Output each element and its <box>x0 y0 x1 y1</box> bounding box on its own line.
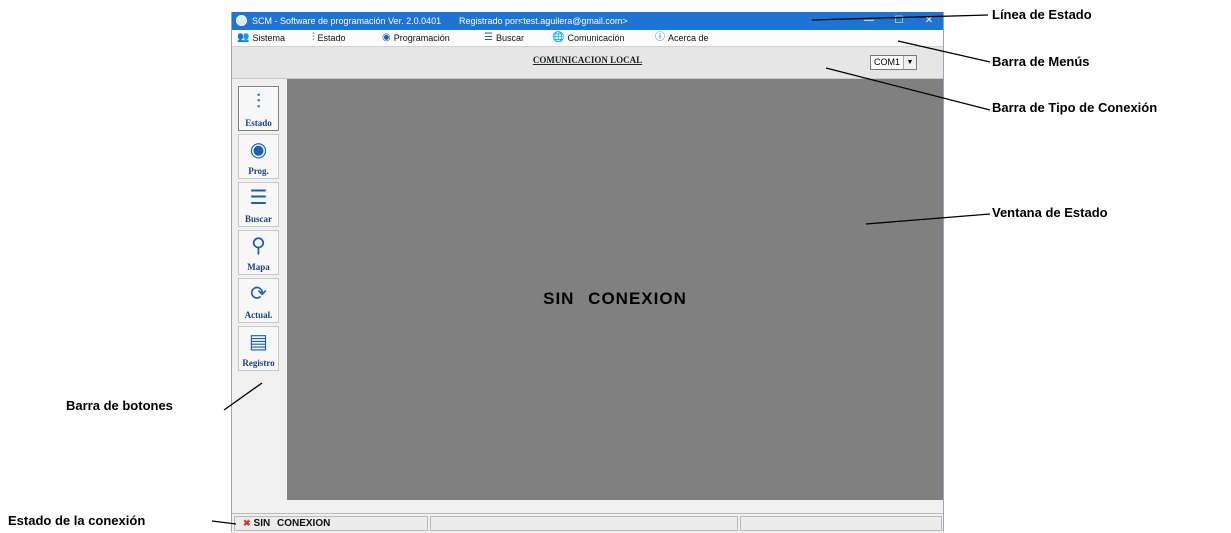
list-icon: ☰ <box>249 187 268 209</box>
connection-state-panel: ✖ SIN CONEXION <box>234 516 428 531</box>
status-panel-3 <box>740 516 942 531</box>
list-icon: ☰ <box>484 32 493 43</box>
users-icon: 👥 <box>237 32 250 43</box>
menu-label: Buscar <box>495 33 524 43</box>
menu-label: Comunicación <box>567 33 625 43</box>
maximize-button[interactable]: ☐ <box>884 12 914 30</box>
com-port-value: COM1 <box>874 57 901 67</box>
status-bar: ✖ SIN CONEXION <box>232 513 943 533</box>
sidebar-button-buscar[interactable]: ☰ Buscar <box>238 182 279 227</box>
status-panel-2 <box>430 516 738 531</box>
menu-acerca-de[interactable]: ⓘ Acerca de <box>655 30 709 46</box>
menu-comunicacion[interactable]: 🌐 Comunicación <box>552 30 624 46</box>
menu-bar: 👥 Sistema ⫶ Estado ◉ Programación ☰ Busc… <box>232 30 943 46</box>
network-icon: 🌐 <box>552 32 565 43</box>
sidebar-button-prog[interactable]: ◉ Prog. <box>238 134 279 179</box>
connection-label: COMUNICACION LOCAL <box>532 55 643 65</box>
status-message: SIN CONEXION <box>543 289 687 308</box>
annotation-linea-estado: Línea de Estado <box>992 7 1092 22</box>
sidebar-label: Prog. <box>248 166 269 176</box>
sidebar-label: Actual. <box>244 310 273 320</box>
sidebar-label: Registro <box>242 358 275 368</box>
connection-state: SIN CONEXION <box>253 518 331 529</box>
close-button[interactable]: ✕ <box>914 12 944 30</box>
annotation-ventana-estado: Ventana de Estado <box>992 205 1108 220</box>
com-port-select[interactable]: COM1 ▼ <box>870 55 917 70</box>
sidebar-label: Mapa <box>247 262 270 272</box>
menu-label: Programación <box>393 33 450 43</box>
menu-label: Acerca de <box>668 33 709 43</box>
program-icon: ◉ <box>382 32 391 43</box>
map-pin-icon: ⚲ <box>251 235 266 257</box>
update-icon: ⟳ <box>250 283 267 305</box>
disconnected-plug-icon: ✖ <box>243 518 251 528</box>
info-icon: ⓘ <box>655 32 665 43</box>
menu-estado[interactable]: ⫶ Estado <box>312 30 346 46</box>
sliders-icon: ⫶ <box>256 91 261 113</box>
window-title: SCM - Software de programación Ver. 2.0.… <box>252 16 442 26</box>
annotation-barra-tipo-conexion: Barra de Tipo de Conexión <box>992 100 1158 115</box>
sidebar-button-estado[interactable]: ⫶ Estado <box>238 86 279 131</box>
menu-buscar[interactable]: ☰ Buscar <box>484 30 524 46</box>
annotation-barra-menus: Barra de Menús <box>992 54 1090 69</box>
menu-label: Estado <box>317 33 346 43</box>
menu-programacion[interactable]: ◉ Programación <box>382 30 450 46</box>
sidebar-button-registro[interactable]: ▤ Registro <box>238 326 279 371</box>
title-bar: SCM - Software de programación Ver. 2.0.… <box>232 12 943 30</box>
minimize-button[interactable]: — <box>854 12 884 30</box>
button-bar: ⫶ Estado ◉ Prog. ☰ Buscar ⚲ Mapa ⟳ Actua… <box>232 79 286 500</box>
sidebar-button-mapa[interactable]: ⚲ Mapa <box>238 230 279 275</box>
sliders-icon: ⫶ <box>312 32 315 43</box>
chevron-down-icon[interactable]: ▼ <box>903 56 916 69</box>
registered-email: <test.aguilera@gmail.com> <box>518 16 628 26</box>
connection-type-bar: COMUNICACION LOCAL COM1 ▼ <box>232 46 943 79</box>
menu-sistema[interactable]: 👥 Sistema <box>237 30 285 46</box>
sidebar-button-actual[interactable]: ⟳ Actual. <box>238 278 279 323</box>
app-icon <box>236 15 247 26</box>
program-icon: ◉ <box>249 139 268 161</box>
app-window: SCM - Software de programación Ver. 2.0.… <box>231 12 944 533</box>
log-icon: ▤ <box>249 331 268 353</box>
status-window: SIN CONEXION <box>287 79 943 500</box>
sidebar-label: Buscar <box>245 214 272 224</box>
annotation-barra-botones: Barra de botones <box>66 398 173 413</box>
registered-label: Registrado por: <box>459 16 521 26</box>
menu-label: Sistema <box>252 33 285 43</box>
sidebar-label: Estado <box>245 118 272 128</box>
annotation-estado-conexion: Estado de la conexión <box>8 513 146 528</box>
